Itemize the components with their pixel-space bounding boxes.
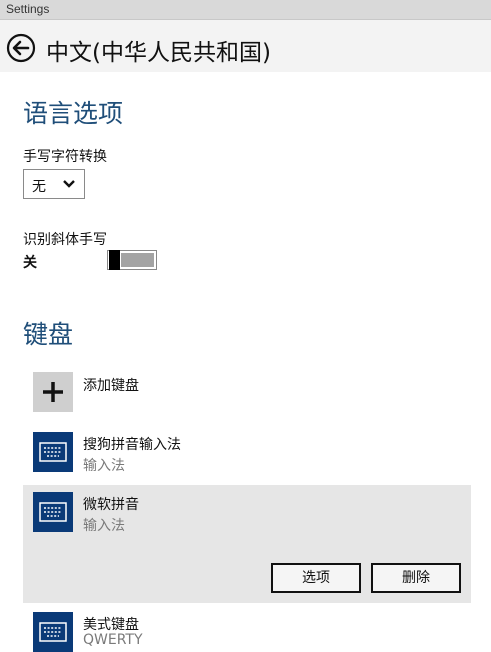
toggle-track (121, 253, 154, 267)
keyboard-item-us[interactable]: 美式键盘 QWERTY (23, 605, 471, 652)
keyboard-item-sogou[interactable]: 搜狗拼音输入法 输入法 (23, 425, 471, 481)
keyboards-heading: 键盘 (23, 320, 74, 349)
keyboard-type: 输入法 (83, 518, 125, 534)
delete-button[interactable]: 删除 (371, 563, 461, 593)
window-title: Settings (6, 2, 50, 16)
toggle-thumb (109, 250, 120, 270)
add-keyboard-tile (33, 372, 73, 412)
back-button[interactable] (6, 33, 36, 63)
page-header: 中文(中华人民共和国) (0, 20, 491, 72)
italic-recognition-label: 识别斜体手写 (23, 232, 107, 248)
language-options-heading: 语言选项 (23, 99, 124, 128)
plus-icon (43, 382, 63, 402)
keyboard-item-microsoft-pinyin[interactable]: 微软拼音 输入法 选项 删除 (23, 485, 471, 603)
keyboard-name: 搜狗拼音输入法 (83, 437, 181, 453)
keyboard-icon (39, 502, 67, 522)
keyboard-name: 美式键盘 (83, 617, 139, 633)
options-button[interactable]: 选项 (271, 563, 361, 593)
keyboard-name: 微软拼音 (83, 497, 139, 513)
italic-recognition-toggle[interactable] (107, 250, 157, 270)
chevron-down-icon (63, 180, 75, 188)
keyboard-tile (33, 492, 73, 532)
keyboard-tile (33, 612, 73, 652)
add-keyboard-label: 添加键盘 (83, 378, 139, 394)
page-title: 中文(中华人民共和国) (46, 40, 271, 66)
window-titlebar: Settings (0, 0, 491, 20)
keyboard-tile (33, 432, 73, 472)
handwriting-conversion-dropdown[interactable]: 无 (23, 169, 85, 199)
keyboard-icon (39, 622, 67, 642)
dropdown-value: 无 (32, 179, 46, 195)
back-arrow-icon (6, 33, 36, 63)
toggle-state-label: 关 (23, 255, 37, 271)
keyboard-icon (39, 442, 67, 462)
keyboard-type: 输入法 (83, 458, 125, 474)
add-keyboard-button[interactable]: 添加键盘 (23, 365, 471, 421)
handwriting-conversion-label: 手写字符转换 (23, 149, 107, 165)
keyboard-type: QWERTY (83, 632, 143, 648)
